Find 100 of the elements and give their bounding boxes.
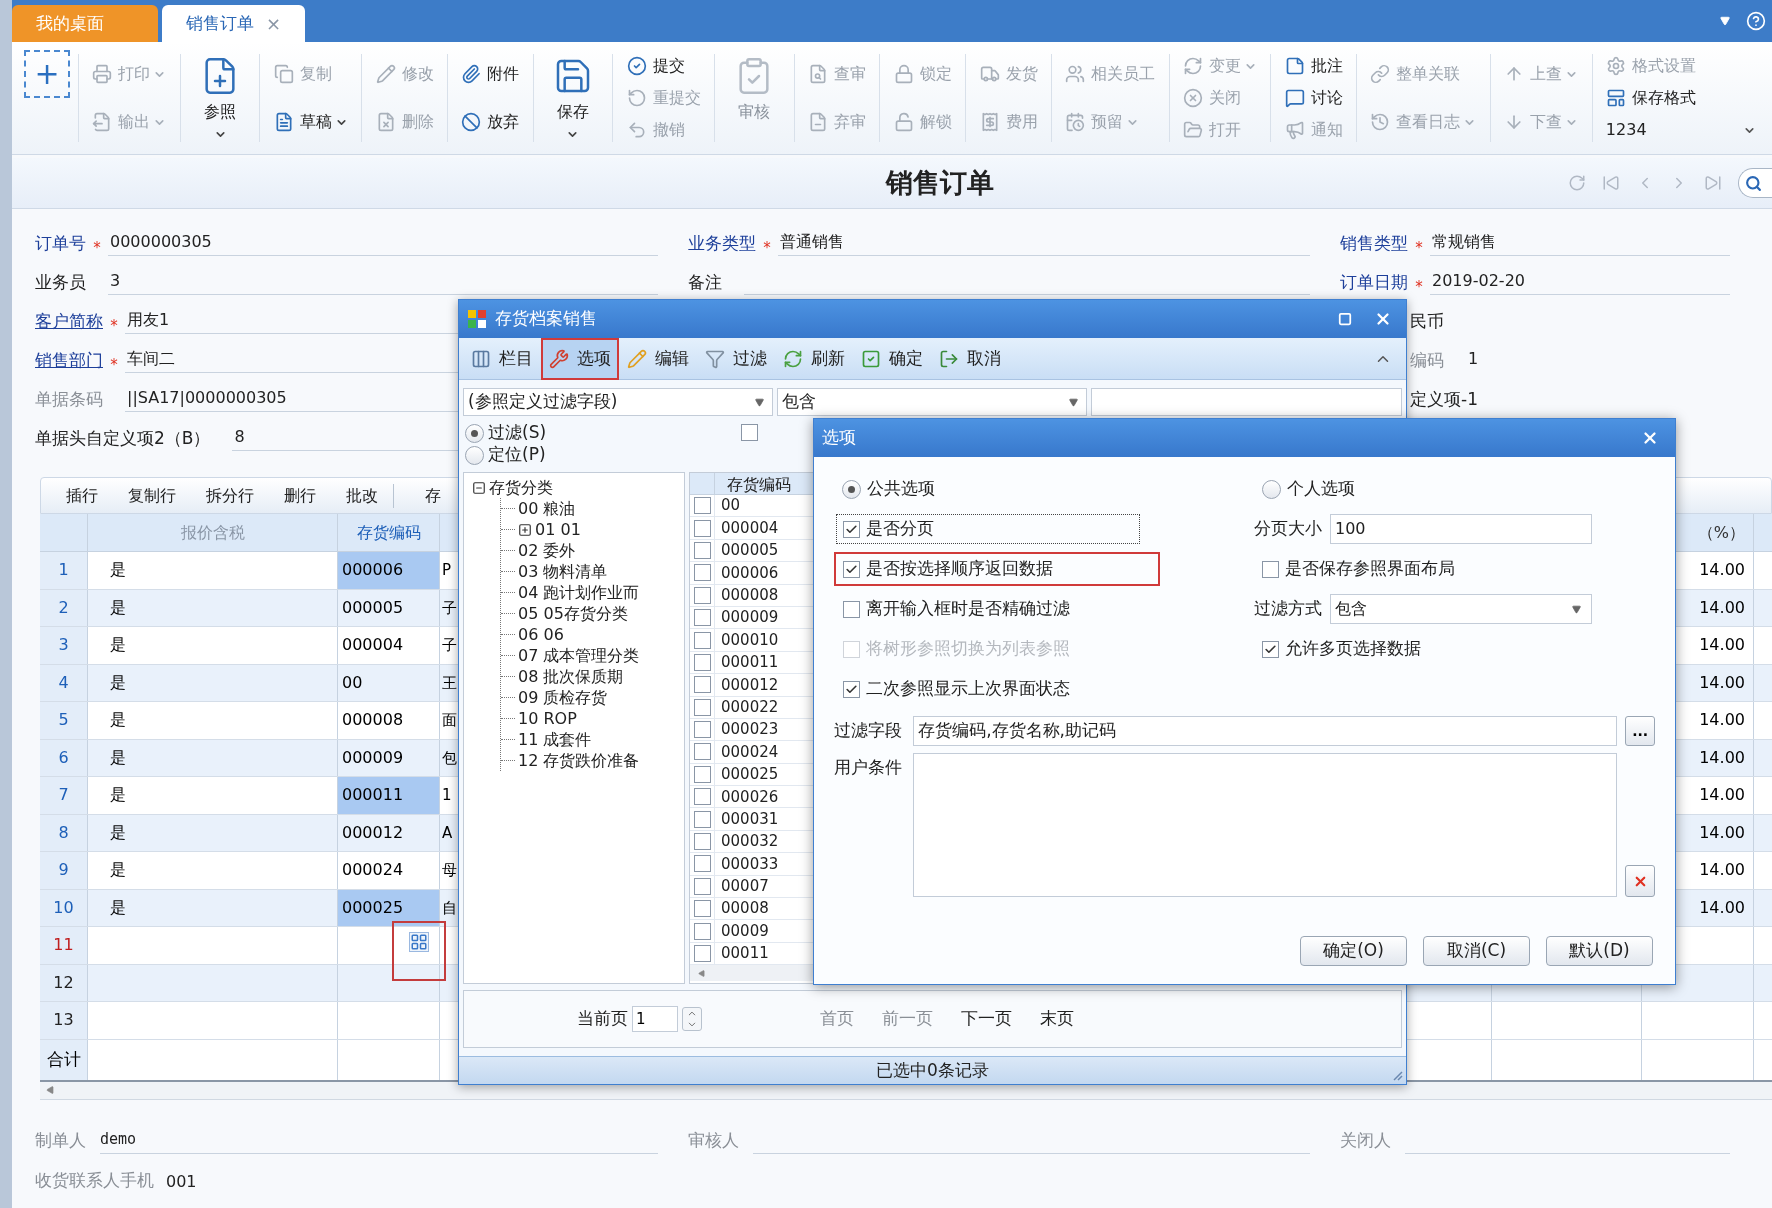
checkbox[interactable] bbox=[693, 855, 711, 873]
page-input[interactable]: 1 bbox=[632, 1006, 678, 1032]
checkbox[interactable] bbox=[693, 877, 711, 895]
checkbox[interactable] bbox=[693, 698, 711, 716]
table-cell[interactable]: 000004 bbox=[338, 633, 404, 658]
checkbox[interactable] bbox=[1262, 560, 1279, 578]
toolbar-button[interactable]: 讨论 bbox=[1284, 86, 1343, 110]
checkbox[interactable] bbox=[693, 586, 711, 604]
table-cell[interactable]: 000008 bbox=[338, 708, 404, 733]
input-field[interactable]: 2019-02-20 bbox=[1430, 267, 1730, 295]
maximize-icon[interactable] bbox=[1338, 312, 1352, 326]
checkbox[interactable] bbox=[693, 609, 711, 627]
filter-fields-input[interactable]: 存货编码,存货名称,助记码 bbox=[913, 716, 1618, 746]
input-field[interactable]: 普通销售 bbox=[778, 228, 1310, 256]
checkbox-label[interactable]: 允许多页选择数据 bbox=[1285, 636, 1421, 662]
toolbar-button[interactable]: 保存 bbox=[546, 55, 599, 141]
dialog-button[interactable]: 确定(O) bbox=[1300, 936, 1407, 966]
close-icon[interactable] bbox=[1641, 429, 1659, 447]
more-button[interactable]: ... bbox=[1625, 716, 1655, 746]
checkbox[interactable] bbox=[693, 564, 711, 582]
last-record-icon[interactable] bbox=[1704, 174, 1722, 192]
checkbox[interactable] bbox=[693, 653, 711, 671]
collapse-icon[interactable] bbox=[472, 480, 486, 495]
checkbox[interactable] bbox=[693, 833, 711, 851]
page-size-field[interactable]: 100 bbox=[1330, 514, 1592, 544]
input-field[interactable]: 001 bbox=[166, 1169, 197, 1194]
dialog-toolbar-button[interactable]: 取消 bbox=[933, 339, 1007, 378]
checkbox[interactable] bbox=[843, 680, 860, 698]
checkbox[interactable] bbox=[693, 788, 711, 806]
user-condition-input[interactable] bbox=[913, 753, 1618, 897]
checkbox[interactable] bbox=[1262, 640, 1279, 658]
checkbox[interactable] bbox=[693, 945, 711, 962]
checkbox[interactable] bbox=[693, 676, 711, 694]
checkbox[interactable] bbox=[693, 541, 711, 559]
grid-toolbar-button[interactable]: 拆分行 bbox=[191, 483, 269, 508]
grid-toolbar-button[interactable]: 插行 bbox=[51, 483, 113, 508]
table-cell[interactable]: 00 bbox=[338, 670, 363, 695]
column-header[interactable]: 存货编码 bbox=[715, 473, 791, 494]
dropdown-icon[interactable] bbox=[1720, 16, 1730, 26]
table-cell[interactable]: 000005 bbox=[338, 595, 404, 620]
checkbox-label[interactable]: 是否按选择顺序返回数据 bbox=[866, 556, 1053, 582]
input-field[interactable]: demo bbox=[100, 1125, 658, 1154]
checkbox[interactable] bbox=[693, 743, 711, 761]
spin-button[interactable] bbox=[682, 1007, 702, 1031]
reference-button-icon[interactable] bbox=[409, 932, 429, 952]
scroll-left-icon[interactable] bbox=[46, 1086, 54, 1094]
checkbox-label[interactable]: 是否保存参照界面布局 bbox=[1285, 556, 1455, 582]
checkbox[interactable] bbox=[693, 519, 711, 537]
first-record-icon[interactable] bbox=[1602, 174, 1620, 192]
checkbox[interactable] bbox=[693, 497, 711, 515]
pager-link[interactable]: 末页 bbox=[1040, 1006, 1074, 1032]
checkbox[interactable] bbox=[693, 631, 711, 649]
table-cell[interactable]: 000024 bbox=[338, 858, 404, 883]
toolbar-button[interactable]: 放弃 bbox=[461, 110, 520, 134]
dialog-toolbar-button[interactable]: 确定 bbox=[855, 339, 929, 378]
checkbox[interactable] bbox=[693, 922, 711, 940]
radio-button[interactable] bbox=[842, 479, 861, 499]
grid-toolbar-button[interactable]: 复制行 bbox=[113, 483, 191, 508]
checkbox-label[interactable]: 离开输入框时是否精确过滤 bbox=[866, 596, 1070, 622]
radio-button[interactable] bbox=[1262, 479, 1281, 499]
toolbar-button[interactable]: 参照 bbox=[194, 55, 247, 141]
help-icon[interactable] bbox=[1746, 11, 1766, 31]
radio-button[interactable] bbox=[465, 445, 484, 465]
operator-select[interactable]: 包含 bbox=[777, 388, 1087, 416]
grid-toolbar-button[interactable]: 删行 bbox=[269, 483, 331, 508]
add-button[interactable]: + bbox=[24, 50, 70, 98]
scroll-left-icon[interactable] bbox=[698, 969, 705, 977]
toolbar-button[interactable]: 保存格式 bbox=[1605, 86, 1696, 110]
radio-label[interactable]: 公共选项 bbox=[867, 476, 935, 502]
checkbox-label[interactable]: 是否分页 bbox=[866, 516, 934, 542]
filter-mode-select[interactable]: 包含 bbox=[1330, 594, 1592, 624]
input-field[interactable]: 0000000305 bbox=[108, 228, 658, 256]
refresh-icon[interactable] bbox=[1568, 174, 1586, 192]
table-cell[interactable]: 000009 bbox=[338, 745, 404, 770]
input-field[interactable]: 1 bbox=[1466, 345, 1730, 373]
checkbox[interactable] bbox=[693, 721, 711, 739]
dialog-toolbar-button[interactable]: 刷新 bbox=[777, 339, 851, 378]
dialog-button[interactable]: 取消(C) bbox=[1423, 936, 1530, 966]
toolbar-button[interactable]: 草稿 bbox=[273, 110, 332, 134]
expand-icon[interactable] bbox=[518, 522, 532, 537]
radio-button[interactable] bbox=[465, 423, 484, 443]
toolbar-button[interactable]: 批注 bbox=[1284, 54, 1343, 78]
checkbox[interactable] bbox=[843, 600, 860, 618]
format-select[interactable]: 1234 bbox=[1605, 118, 1756, 142]
dialog-button[interactable]: 默认(D) bbox=[1546, 936, 1653, 966]
dialog-toolbar-button[interactable]: 过滤 bbox=[699, 339, 773, 378]
search-field[interactable] bbox=[1738, 168, 1772, 198]
dialog-toolbar-button[interactable]: 选项 bbox=[543, 339, 617, 378]
field-link[interactable]: 销售部门 bbox=[35, 347, 103, 373]
field-select[interactable]: (参照定义过滤字段) bbox=[463, 388, 773, 416]
pager-link[interactable]: 下一页 bbox=[961, 1006, 1012, 1032]
grid-toolbar-button[interactable]: 存 bbox=[410, 483, 456, 508]
resize-grip-icon[interactable] bbox=[1391, 1069, 1403, 1081]
input-field[interactable]: 常规销售 bbox=[1430, 228, 1730, 256]
checkbox[interactable] bbox=[741, 424, 758, 441]
checkbox[interactable] bbox=[693, 765, 711, 783]
column-header[interactable]: 存货编码 bbox=[338, 520, 439, 545]
toolbar-button[interactable]: 附件 bbox=[461, 62, 520, 86]
toolbar-button[interactable]: 提交 bbox=[626, 54, 685, 78]
checkbox[interactable] bbox=[693, 900, 711, 918]
